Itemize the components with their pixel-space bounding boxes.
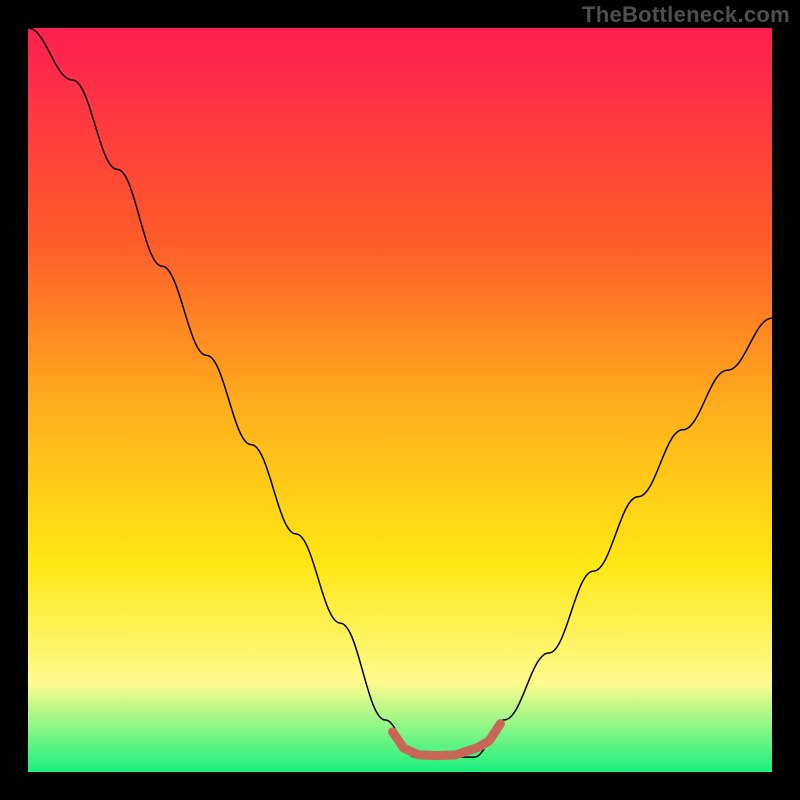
chart-svg <box>28 28 772 772</box>
watermark-text: TheBottleneck.com <box>582 2 790 28</box>
plot-area <box>28 28 772 772</box>
gradient-background <box>28 28 772 772</box>
chart-frame: TheBottleneck.com <box>0 0 800 800</box>
